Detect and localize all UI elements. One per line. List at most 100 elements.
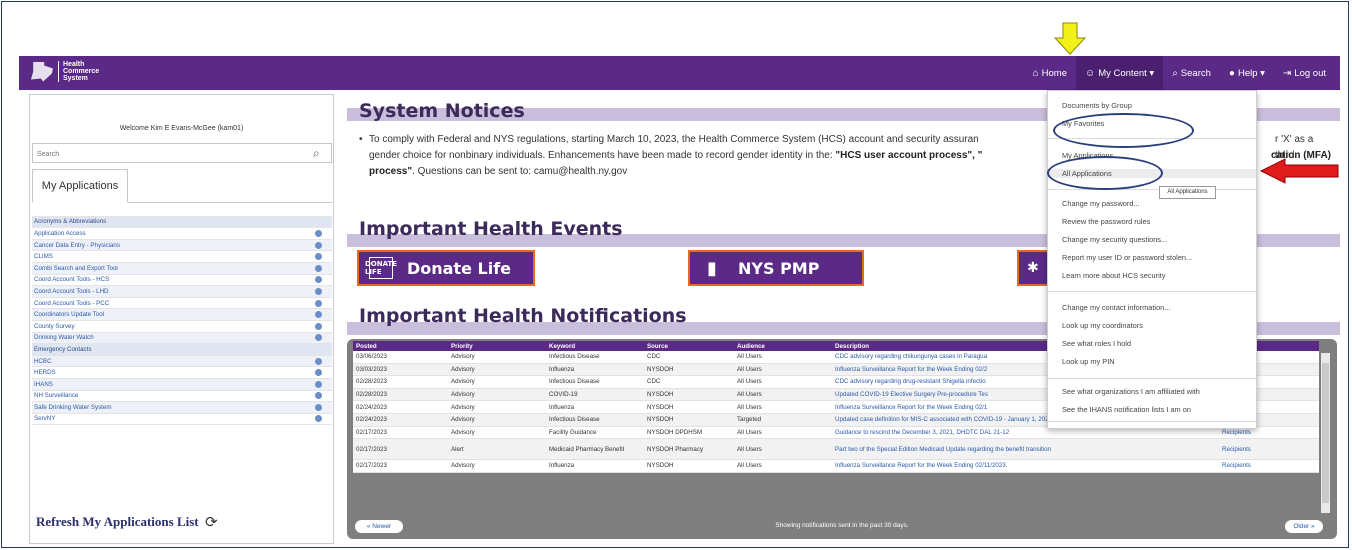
dropdown-item[interactable]: Change my password... [1062, 199, 1140, 208]
info-icon[interactable] [315, 287, 322, 295]
refresh-icon[interactable]: ⟳ [205, 513, 218, 531]
logout-icon: ⇥ [1282, 67, 1292, 79]
info-icon[interactable] [315, 322, 322, 330]
info-icon[interactable] [315, 276, 322, 284]
scrollbar-thumb[interactable] [1322, 363, 1329, 503]
app-list-item[interactable]: County Survey [32, 321, 332, 333]
table-cell[interactable]: Recipients [1219, 438, 1319, 461]
table-cell[interactable]: Part two of the Special Edition Medicaid… [832, 438, 1219, 461]
table-cell: 02/17/2023 [353, 459, 448, 473]
app-list-item[interactable]: Coord Account Tools - PCC [32, 298, 332, 310]
column-header[interactable]: Posted [353, 341, 448, 351]
table-cell: Influenza [546, 363, 644, 377]
column-header[interactable]: Priority [448, 341, 546, 351]
nav-help-label: Help ▾ [1237, 67, 1265, 79]
app-list-item[interactable]: Emergency Contacts [32, 344, 332, 356]
app-list-item[interactable]: HCBC [32, 355, 332, 368]
dropdown-item[interactable]: Change my contact information... [1062, 303, 1170, 312]
app-list-item[interactable]: Acronyms & Abbreviations [32, 216, 332, 229]
dropdown-item[interactable]: Look up my PIN [1062, 357, 1115, 366]
dropdown-item[interactable]: See what roles I hold [1062, 339, 1131, 348]
info-icon[interactable] [315, 299, 322, 307]
app-list-item[interactable]: Drinking Water Watch [32, 332, 332, 345]
app-list-item[interactable]: HERDS [32, 367, 332, 379]
dropdown-item[interactable]: Learn more about HCS security [1062, 271, 1166, 280]
column-header[interactable]: Keyword [546, 341, 644, 351]
table-row[interactable]: 02/17/2023 Alert Medicaid Pharmacy Benefit… [353, 438, 1319, 461]
dropdown-item[interactable]: See what organizations I am affiliated w… [1062, 387, 1200, 396]
app-list-item[interactable]: Cancer Data Entry - Physicians [32, 239, 332, 252]
info-icon[interactable] [315, 218, 322, 225]
hcs-logo[interactable]: Health Commerce System [31, 61, 99, 82]
table-cell: 03/03/2023 [353, 363, 448, 377]
table-cell: NYSDOH DPDHSM [644, 426, 734, 440]
info-icon[interactable] [315, 334, 322, 342]
application-list: Acronyms & Abbreviations Application Acce… [32, 205, 332, 426]
table-cell: NYSDOH Pharmacy [644, 438, 734, 461]
refresh-applications-link[interactable]: Refresh My Applications List [36, 514, 199, 530]
column-header[interactable]: Source [644, 341, 734, 351]
search-icon[interactable]: ⌕ [313, 146, 327, 160]
notice-bold-1: "HCS user account process", " [835, 150, 983, 161]
table-row[interactable]: 02/17/2023 Advisory Influenza NYSDOH All Use… [353, 459, 1319, 473]
dropdown-item[interactable]: Documents by Group [1062, 101, 1132, 110]
dropdown-item[interactable]: See the IHANS notification lists I am on [1062, 405, 1191, 414]
dropdown-item[interactable]: Report my user ID or password stolen... [1062, 253, 1192, 262]
app-list-item[interactable]: IHANS [32, 378, 332, 391]
older-button[interactable]: Older » [1285, 520, 1323, 533]
nys-pmp-banner[interactable]: ▮ NYS PMP [688, 250, 864, 286]
app-list-item[interactable]: CLIMS [32, 251, 332, 263]
table-cell: All Users [734, 375, 832, 389]
app-list-item[interactable]: Combi Search and Export Tool [32, 262, 332, 275]
table-cell: Infectious Disease [546, 351, 644, 364]
nav-help[interactable]: ● Help ▾ [1220, 56, 1274, 90]
sidebar-search: ⌕ [32, 143, 332, 164]
dropdown-item[interactable]: Change my security questions... [1062, 235, 1167, 244]
info-icon[interactable] [315, 357, 322, 365]
column-header[interactable]: Audience [734, 341, 832, 351]
app-list-item[interactable]: Coordinators Update Tool [32, 309, 332, 321]
app-list-item[interactable]: NH Surveillance [32, 391, 332, 403]
table-footer: « Newer Showing notifications sent in th… [347, 517, 1337, 537]
info-icon[interactable] [315, 392, 322, 400]
info-icon[interactable] [315, 415, 322, 423]
notice-line-3: . Questions can be sent to: camu@health.… [412, 166, 628, 177]
welcome-text: Welcome Kim E Evans-McGee (kam01) [119, 125, 244, 132]
app-name: NH Surveillance [34, 392, 79, 400]
table-cell[interactable]: Recipients [1219, 459, 1319, 473]
table-cell: CDC [644, 375, 734, 389]
app-list-item[interactable]: Application Access [32, 228, 332, 240]
info-icon[interactable] [315, 311, 322, 319]
tab-my-applications[interactable]: My Applications [32, 169, 128, 203]
third-banner[interactable]: ✱ [1017, 250, 1051, 286]
app-list-item[interactable]: Coord Account Tools - LHD [32, 286, 332, 298]
table-scrollbar[interactable] [1321, 353, 1330, 513]
dropdown-item[interactable]: Review the password rules [1062, 217, 1150, 226]
dropdown-separator [1048, 189, 1256, 190]
table-cell: Advisory [448, 459, 546, 473]
nav-logout[interactable]: ⇥ Log out [1274, 56, 1340, 90]
search-input[interactable] [33, 144, 309, 164]
nav-my-content[interactable]: ☺ My Content ▾ [1075, 56, 1164, 90]
info-icon[interactable] [315, 264, 322, 272]
table-cell: 02/17/2023 [353, 438, 448, 461]
info-icon[interactable] [315, 229, 322, 237]
app-list-item[interactable]: ServNY [32, 414, 332, 426]
donate-life-banner[interactable]: DONATE LIFE Donate Life [357, 250, 535, 286]
info-icon[interactable] [315, 403, 322, 411]
info-icon[interactable] [315, 346, 322, 353]
info-icon[interactable] [315, 369, 322, 377]
nav-search[interactable]: ⌕ Search [1163, 56, 1220, 90]
dropdown-separator [1048, 378, 1256, 379]
notifications-title: Important Health Notifications [359, 305, 687, 327]
info-icon[interactable] [315, 241, 322, 249]
table-cell: 02/24/2023 [353, 400, 448, 414]
app-list-item[interactable]: Coord Account Tools - HCS [32, 275, 332, 287]
nav-home[interactable]: ⌂ Home [1024, 56, 1076, 90]
table-cell[interactable]: Influenza Surveillance Report for the We… [832, 459, 1219, 473]
info-icon[interactable] [315, 253, 322, 261]
bullet-icon: • [359, 134, 363, 145]
app-list-item[interactable]: Safe Drinking Water System [32, 402, 332, 414]
info-icon[interactable] [315, 380, 322, 388]
dropdown-item[interactable]: Look up my coordinators [1062, 321, 1143, 330]
